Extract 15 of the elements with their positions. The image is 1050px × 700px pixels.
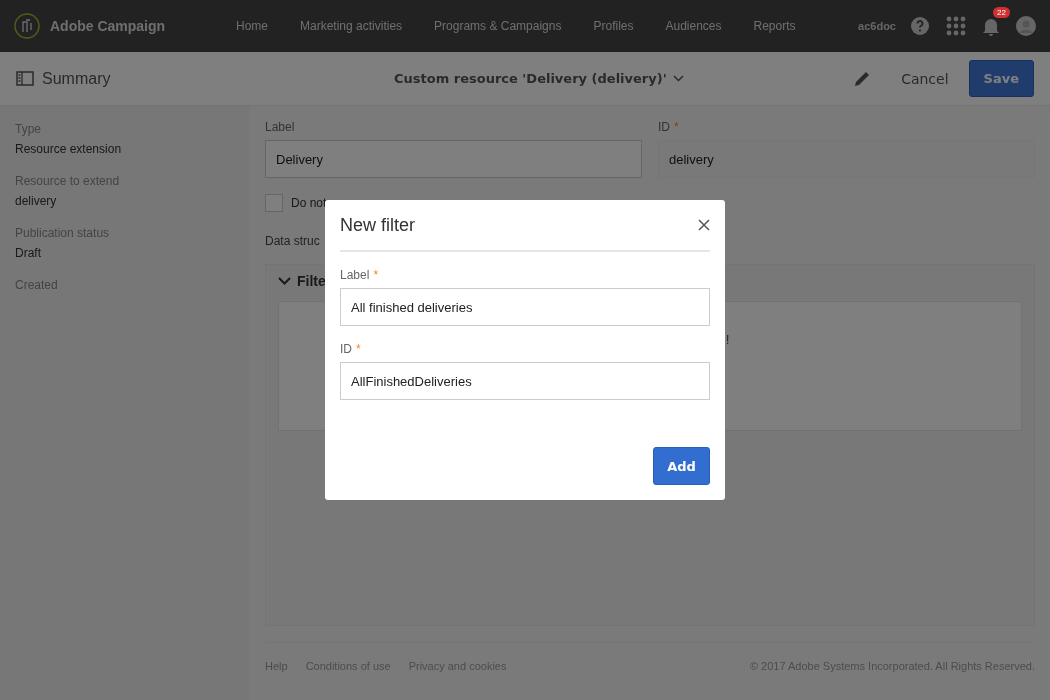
brand-name: Adobe Campaign [50, 18, 167, 34]
field-label: ID * [340, 342, 362, 356]
notification-count: 22 [993, 7, 1010, 18]
checkbox-label: Do not [291, 196, 327, 210]
dialog-title: New filter [340, 214, 415, 236]
field-label: Label [265, 120, 296, 134]
section-title: Data struc [265, 234, 321, 248]
summary-value: Draft [15, 246, 42, 260]
summary-value: delivery [15, 194, 58, 208]
page-title: Summary [42, 69, 112, 88]
user-name: ac6doc [858, 20, 896, 32]
summary-value: Resource extension [15, 142, 123, 156]
message-text: ! [726, 333, 730, 347]
field-label: Label * [340, 268, 380, 282]
field-label: ID * [658, 120, 680, 134]
